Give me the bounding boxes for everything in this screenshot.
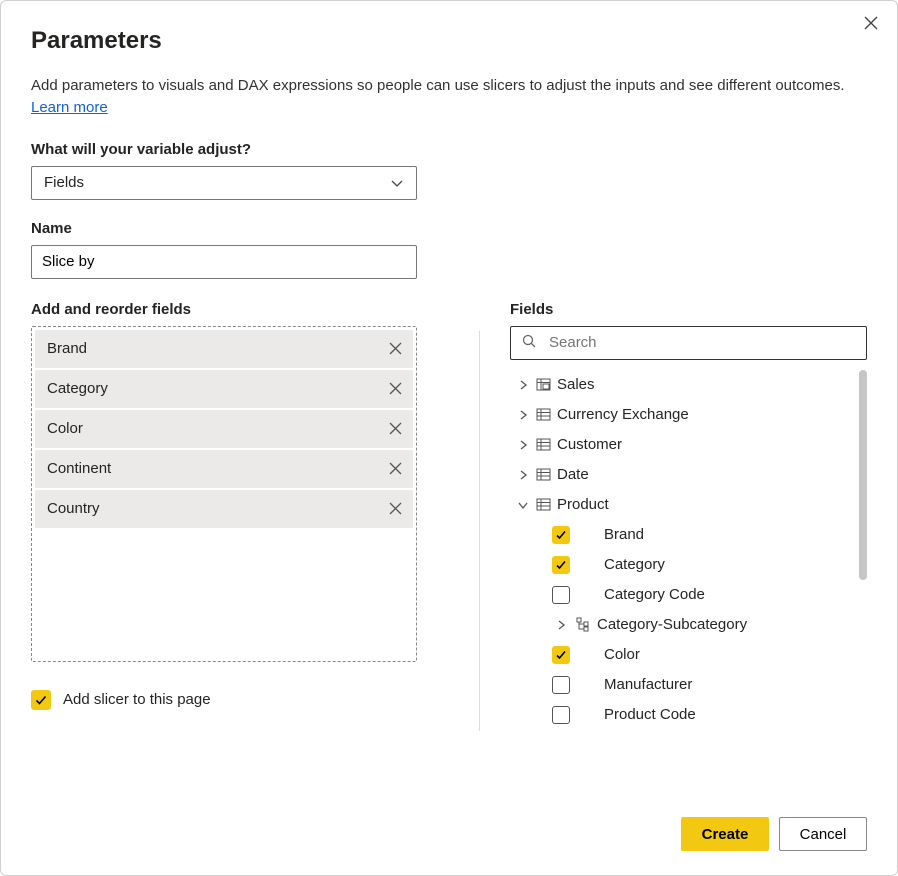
variable-adjust-label: What will your variable adjust?: [31, 141, 867, 158]
selected-field-pill[interactable]: Category: [35, 370, 413, 408]
selected-field-label: Color: [47, 420, 83, 437]
tree-table-row[interactable]: Sales: [510, 370, 867, 400]
learn-more-link[interactable]: Learn more: [31, 99, 108, 116]
dialog-description: Add parameters to visuals and DAX expres…: [31, 75, 867, 119]
chevron-down-icon: [390, 176, 404, 190]
field-checkbox[interactable]: [552, 646, 570, 664]
tree-table-row[interactable]: Product: [510, 490, 867, 520]
tree-row-label: Brand: [604, 526, 644, 543]
table-icon: [536, 377, 551, 392]
fields-search-input[interactable]: [547, 333, 856, 352]
fields-tree: Sales Currency Exchange Customer Date Produc…: [510, 370, 867, 798]
field-checkbox[interactable]: [552, 556, 570, 574]
cancel-button[interactable]: Cancel: [779, 817, 867, 851]
dialog-footer: Create Cancel: [1, 797, 897, 875]
field-checkbox[interactable]: [552, 526, 570, 544]
tree-table-row[interactable]: Customer: [510, 430, 867, 460]
tree-field-row[interactable]: Product Code: [510, 700, 867, 730]
tree-field-row[interactable]: Brand: [510, 520, 867, 550]
tree-row-label: Customer: [557, 436, 622, 453]
fields-panel-label: Fields: [510, 301, 867, 318]
scrollbar-thumb[interactable]: [859, 370, 867, 580]
tree-row-label: Category-Subcategory: [597, 616, 747, 633]
add-slicer-label: Add slicer to this page: [63, 691, 211, 708]
parameters-dialog: Parameters Add parameters to visuals and…: [0, 0, 898, 876]
chevron-right-icon: [516, 470, 530, 480]
close-button[interactable]: [863, 15, 879, 31]
selected-field-label: Country: [47, 500, 100, 517]
field-checkbox[interactable]: [552, 706, 570, 724]
selected-field-pill[interactable]: Color: [35, 410, 413, 448]
selected-field-label: Brand: [47, 340, 87, 357]
tree-table-row[interactable]: Currency Exchange: [510, 400, 867, 430]
variable-adjust-select[interactable]: Fields: [31, 166, 417, 200]
table-icon: [536, 497, 551, 512]
tree-row-label: Date: [557, 466, 589, 483]
tree-table-row[interactable]: Date: [510, 460, 867, 490]
table-icon: [536, 467, 551, 482]
tree-field-row[interactable]: Color: [510, 640, 867, 670]
tree-row-label: Product: [557, 496, 609, 513]
selected-field-pill[interactable]: Brand: [35, 330, 413, 368]
remove-field-button[interactable]: [388, 341, 403, 356]
tree-row-label: Color: [604, 646, 640, 663]
selected-field-pill[interactable]: Country: [35, 490, 413, 528]
remove-field-button[interactable]: [388, 421, 403, 436]
name-label: Name: [31, 220, 867, 237]
tree-field-row[interactable]: Category: [510, 550, 867, 580]
tree-row-label: Product Code: [604, 706, 696, 723]
tree-field-row[interactable]: Category Code: [510, 580, 867, 610]
selected-field-label: Continent: [47, 460, 111, 477]
search-icon: [521, 333, 537, 352]
chevron-down-icon: [516, 500, 530, 510]
table-icon: [536, 437, 551, 452]
tree-row-label: Manufacturer: [604, 676, 692, 693]
tree-row-label: Category Code: [604, 586, 705, 603]
chevron-right-icon: [516, 410, 530, 420]
close-icon: [863, 15, 879, 31]
chevron-right-icon: [554, 620, 568, 630]
fields-search[interactable]: [510, 326, 867, 360]
tree-field-row[interactable]: Category-Subcategory: [510, 610, 867, 640]
selected-field-label: Category: [47, 380, 108, 397]
selected-field-pill[interactable]: Continent: [35, 450, 413, 488]
name-input[interactable]: [31, 245, 417, 279]
chevron-right-icon: [516, 440, 530, 450]
tree-row-label: Sales: [557, 376, 595, 393]
remove-field-button[interactable]: [388, 381, 403, 396]
reorder-label: Add and reorder fields: [31, 301, 449, 318]
field-checkbox[interactable]: [552, 676, 570, 694]
tree-row-label: Currency Exchange: [557, 406, 689, 423]
column-divider: [479, 331, 480, 731]
tree-field-row[interactable]: Manufacturer: [510, 670, 867, 700]
dialog-title: Parameters: [31, 27, 867, 55]
check-icon: [34, 693, 48, 707]
tree-row-label: Category: [604, 556, 665, 573]
table-icon: [536, 407, 551, 422]
add-slicer-checkbox[interactable]: [31, 690, 51, 710]
variable-adjust-value: Fields: [44, 174, 84, 191]
hierarchy-icon: [576, 617, 591, 632]
remove-field-button[interactable]: [388, 501, 403, 516]
field-checkbox[interactable]: [552, 586, 570, 604]
selected-fields-box: Brand Category Color Continent Country: [31, 326, 417, 662]
create-button[interactable]: Create: [681, 817, 769, 851]
remove-field-button[interactable]: [388, 461, 403, 476]
chevron-right-icon: [516, 380, 530, 390]
